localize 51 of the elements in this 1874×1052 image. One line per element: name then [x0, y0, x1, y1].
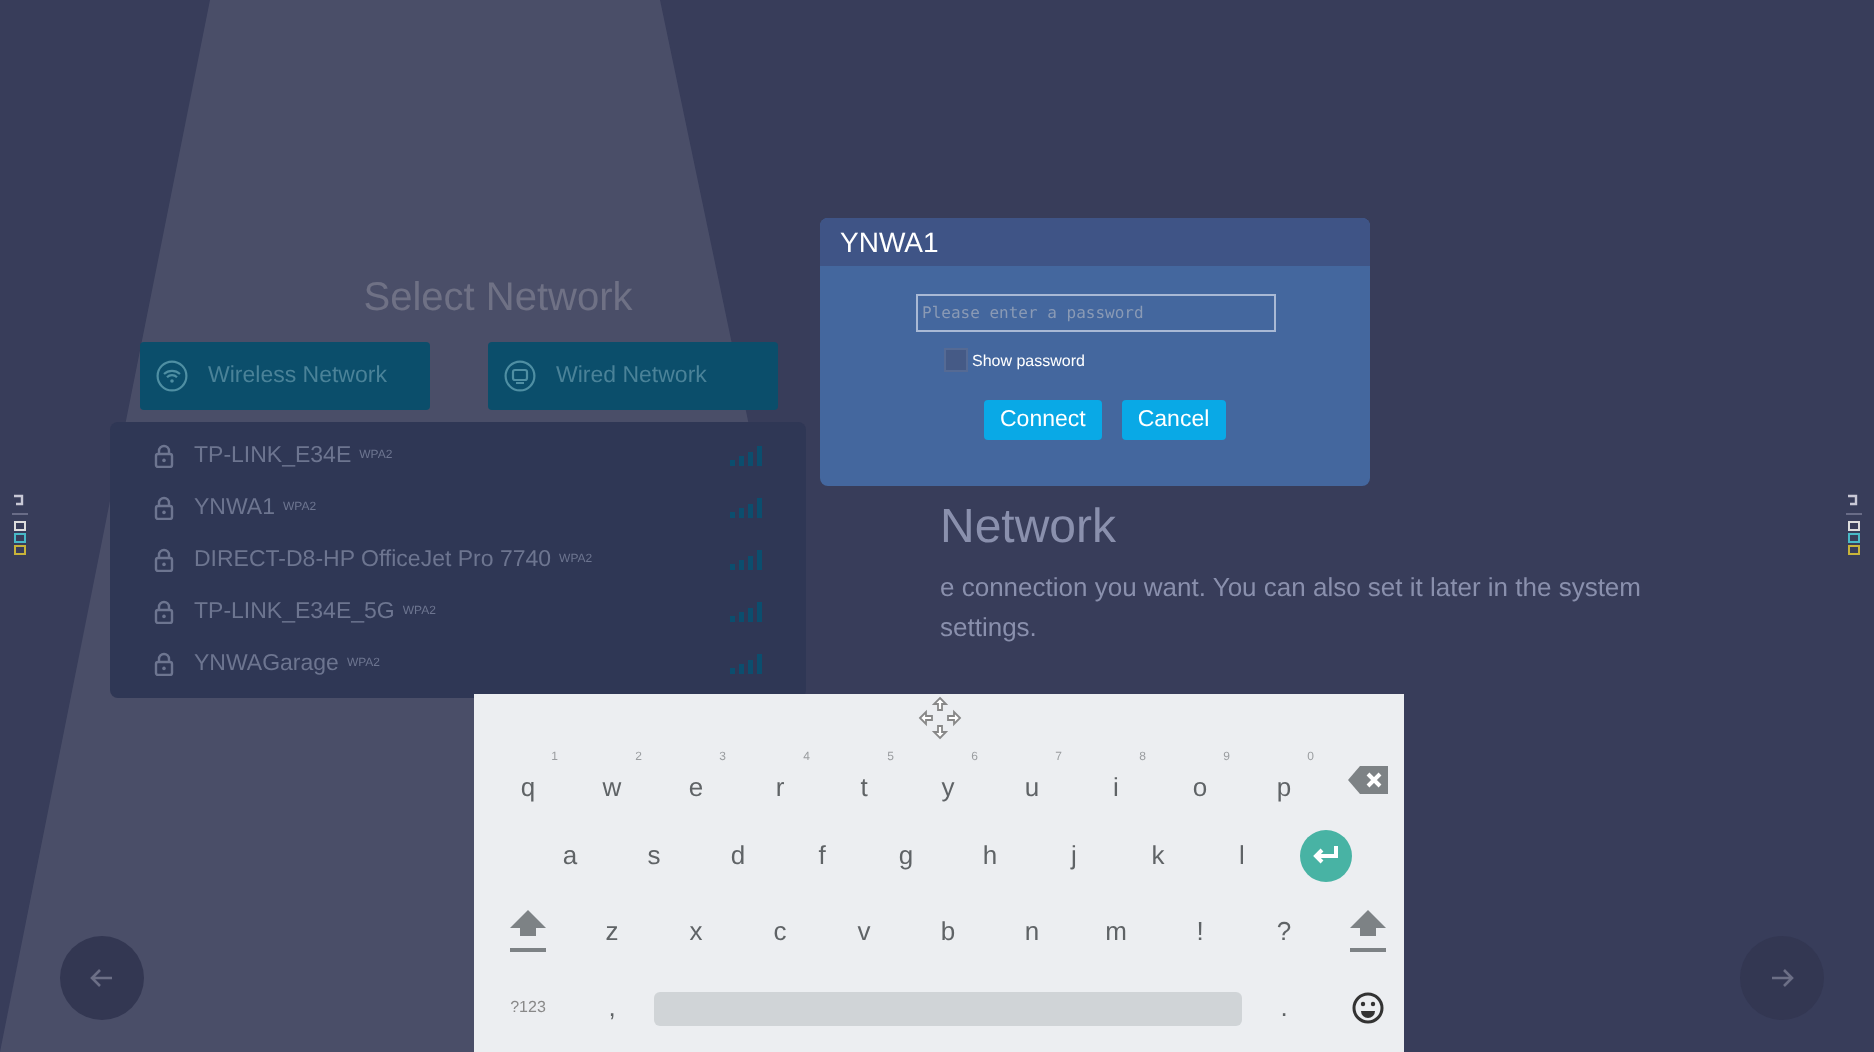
lock-icon — [154, 548, 174, 572]
dialog-button[interactable]: Cancel — [1121, 400, 1226, 440]
password-field[interactable]: Please enter a password — [916, 294, 1276, 332]
enter-icon[interactable] — [1300, 830, 1352, 882]
key[interactable]: a — [528, 822, 612, 890]
lock-icon — [154, 496, 174, 520]
arrow-left-icon — [90, 968, 114, 988]
signal-icon — [730, 498, 762, 518]
wifi-icon — [156, 360, 188, 392]
key[interactable]: x — [654, 898, 738, 966]
return-icon[interactable] — [12, 492, 28, 560]
signal-icon — [730, 550, 762, 570]
key[interactable]: n — [990, 898, 1074, 966]
key[interactable]: g — [864, 822, 948, 890]
symbols-key[interactable]: ?123 — [486, 974, 570, 1042]
key[interactable]: j — [1032, 822, 1116, 890]
key[interactable]: . — [1242, 974, 1326, 1042]
key[interactable]: s — [612, 822, 696, 890]
show-password-checkbox[interactable] — [944, 348, 968, 372]
arrow-right-icon — [1770, 968, 1794, 988]
description-text: e connection you want. You can also set it later in the system settings. — [940, 570, 1643, 646]
monitor-icon — [504, 360, 536, 392]
network-heading: Network — [940, 500, 1119, 556]
key[interactable]: z — [570, 898, 654, 966]
key[interactable]: f — [780, 822, 864, 890]
move-icon[interactable] — [917, 696, 961, 740]
dialog-button[interactable]: Connect — [984, 400, 1102, 440]
return-icon[interactable] — [1846, 492, 1862, 560]
lock-icon — [154, 444, 174, 468]
backspace-icon[interactable] — [1348, 766, 1388, 794]
key[interactable]: d — [696, 822, 780, 890]
key[interactable]: l — [1200, 822, 1284, 890]
lock-icon — [154, 652, 174, 676]
key[interactable]: ? — [1242, 898, 1326, 966]
signal-icon — [730, 602, 762, 622]
shift-icon[interactable] — [1350, 910, 1386, 954]
key[interactable]: h — [948, 822, 1032, 890]
signal-icon — [730, 654, 762, 674]
key[interactable]: v — [822, 898, 906, 966]
key[interactable]: k — [1116, 822, 1200, 890]
signal-icon — [730, 446, 762, 466]
key[interactable]: , — [570, 974, 654, 1042]
show-password-label: Show password — [972, 351, 1085, 369]
lock-icon — [154, 600, 174, 624]
key[interactable]: c — [738, 898, 822, 966]
shift-icon[interactable] — [510, 910, 546, 954]
emoji-icon[interactable] — [1352, 992, 1384, 1024]
key[interactable]: b — [906, 898, 990, 966]
key[interactable]: m — [1074, 898, 1158, 966]
dialog-title: YNWA1 — [820, 218, 1370, 266]
key[interactable]: ! — [1158, 898, 1242, 966]
